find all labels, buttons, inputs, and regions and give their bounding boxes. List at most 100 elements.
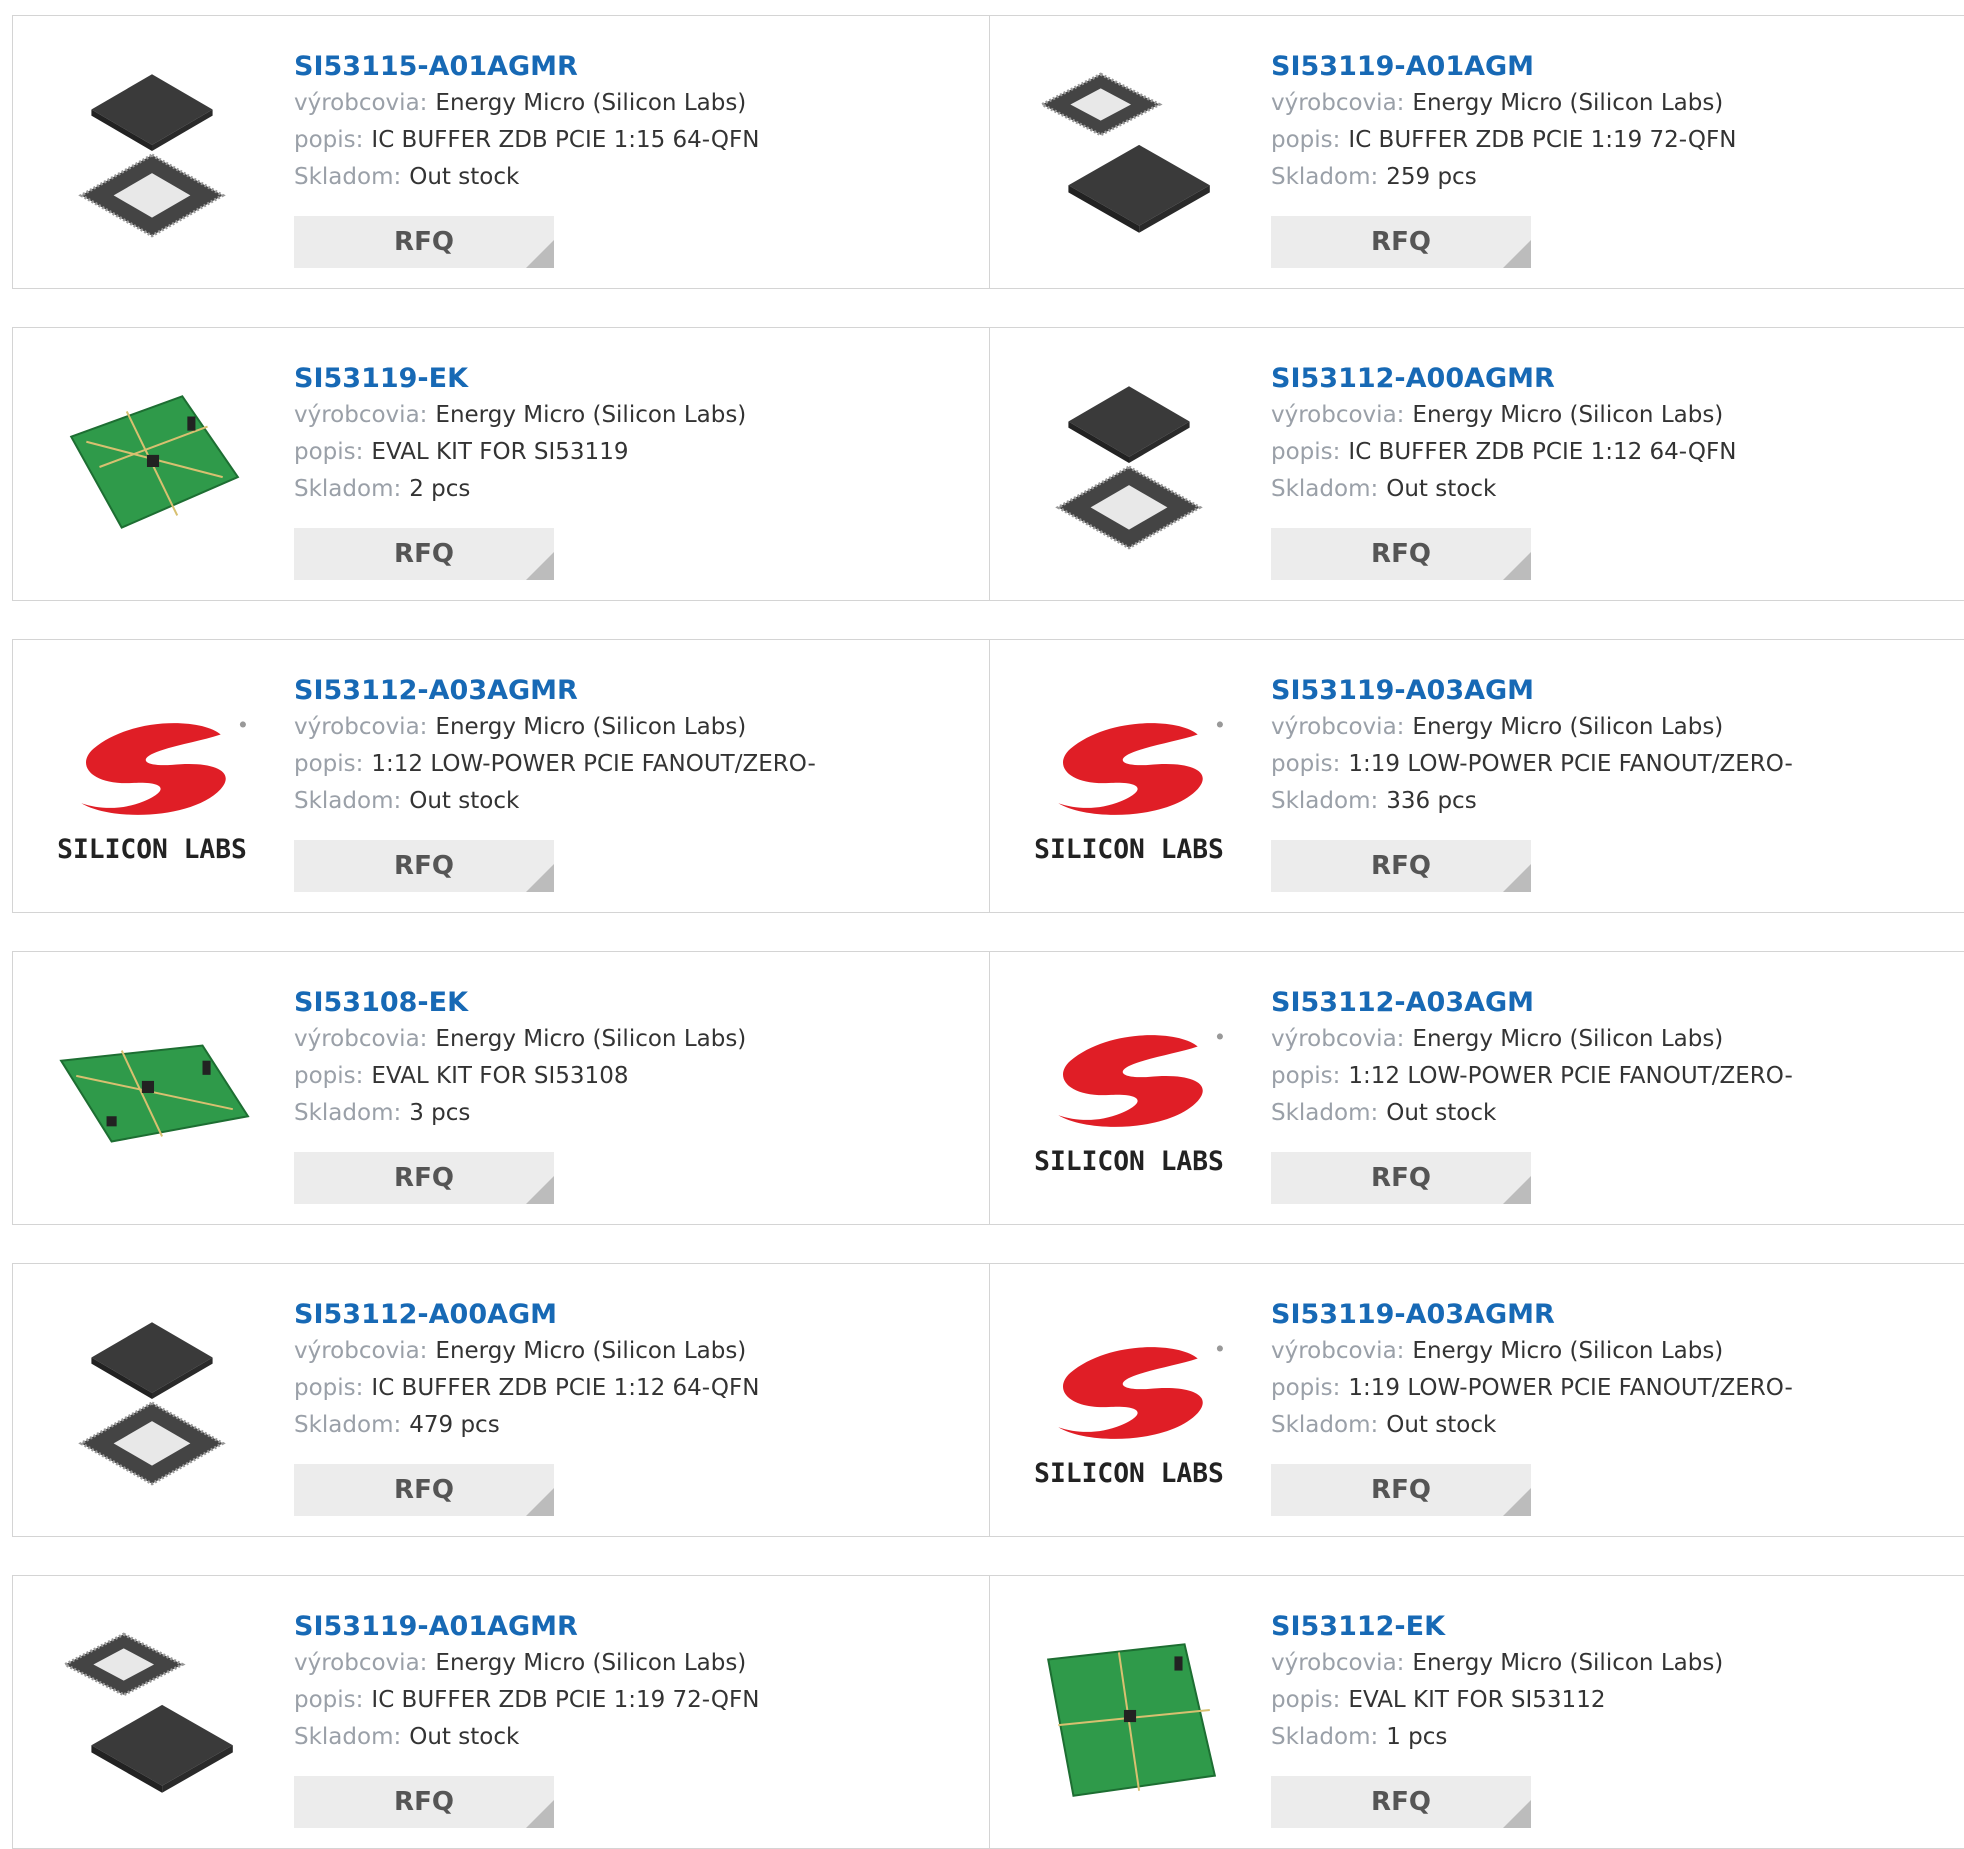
product-image[interactable]: SILICON LABS xyxy=(51,678,253,880)
part-number-link[interactable]: SI53119-A03AGM xyxy=(1271,673,1931,709)
stock-label: Skladom: xyxy=(294,164,402,190)
stock-label: Skladom: xyxy=(294,476,402,502)
rfq-button[interactable]: RFQ xyxy=(294,528,554,580)
manufacturer-label: výrobcovia: xyxy=(1271,402,1405,428)
manufacturer-value: Energy Micro (Silicon Labs) xyxy=(1412,1338,1724,1364)
corner-decoration xyxy=(526,1176,554,1204)
manufacturer-line: výrobcovia: Energy Micro (Silicon Labs) xyxy=(294,709,954,746)
product-card: SI53119-A01AGMR výrobcovia: Energy Micro … xyxy=(12,1576,990,1848)
product-card: SI53112-EK výrobcovia: Energy Micro (Sili… xyxy=(990,1576,1964,1848)
product-image[interactable]: SILICON LABS xyxy=(1028,678,1230,880)
part-number-link[interactable]: SI53108-EK xyxy=(294,985,954,1021)
product-image[interactable] xyxy=(51,990,253,1192)
logo-text: SILICON LABS xyxy=(1034,1459,1224,1489)
description-value: EVAL KIT FOR SI53108 xyxy=(371,1063,629,1089)
rfq-button[interactable]: RFQ xyxy=(294,1776,554,1828)
product-image[interactable] xyxy=(51,1614,253,1816)
rfq-button[interactable]: RFQ xyxy=(1271,1152,1531,1204)
rfq-button[interactable]: RFQ xyxy=(294,216,554,268)
product-info: SI53112-A03AGM výrobcovia: Energy Micro (… xyxy=(1271,985,1931,1132)
manufacturer-line: výrobcovia: Energy Micro (Silicon Labs) xyxy=(294,1333,954,1370)
description-line: popis: 1:19 LOW-POWER PCIE FANOUT/ZERO- xyxy=(1271,1370,1931,1407)
manufacturer-line: výrobcovia: Energy Micro (Silicon Labs) xyxy=(1271,1333,1931,1370)
manufacturer-label: výrobcovia: xyxy=(1271,1026,1405,1052)
stock-value: 1 pcs xyxy=(1386,1724,1448,1750)
product-info: SI53119-A03AGM výrobcovia: Energy Micro (… xyxy=(1271,673,1931,820)
rfq-label: RFQ xyxy=(1371,1475,1431,1505)
stock-label: Skladom: xyxy=(1271,476,1379,502)
rfq-label: RFQ xyxy=(394,1163,454,1193)
description-value: 1:19 LOW-POWER PCIE FANOUT/ZERO- xyxy=(1348,1375,1793,1401)
description-line: popis: EVAL KIT FOR SI53119 xyxy=(294,434,954,471)
corner-decoration xyxy=(1503,1800,1531,1828)
stock-label: Skladom: xyxy=(1271,164,1379,190)
part-number-link[interactable]: SI53112-A00AGMR xyxy=(1271,361,1931,397)
product-image[interactable] xyxy=(51,1302,253,1504)
product-image[interactable] xyxy=(51,54,253,256)
part-number-link[interactable]: SI53119-A03AGMR xyxy=(1271,1297,1931,1333)
product-info: SI53112-A00AGM výrobcovia: Energy Micro (… xyxy=(294,1297,954,1444)
corner-decoration xyxy=(1503,1488,1531,1516)
stock-line: Skladom: Out stock xyxy=(294,783,954,820)
rfq-button[interactable]: RFQ xyxy=(294,840,554,892)
corner-decoration xyxy=(1503,240,1531,268)
rfq-button[interactable]: RFQ xyxy=(294,1464,554,1516)
part-number-link[interactable]: SI53115-A01AGMR xyxy=(294,49,954,85)
manufacturer-line: výrobcovia: Energy Micro (Silicon Labs) xyxy=(1271,397,1931,434)
part-number-link[interactable]: SI53112-EK xyxy=(1271,1609,1931,1645)
part-number-link[interactable]: SI53119-A01AGMR xyxy=(294,1609,954,1645)
rfq-button[interactable]: RFQ xyxy=(1271,1464,1531,1516)
product-card: SI53119-EK výrobcovia: Energy Micro (Sili… xyxy=(12,328,990,600)
part-number-link[interactable]: SI53112-A00AGM xyxy=(294,1297,954,1333)
rfq-button[interactable]: RFQ xyxy=(1271,216,1531,268)
rfq-button[interactable]: RFQ xyxy=(294,1152,554,1204)
stock-value: Out stock xyxy=(409,1724,520,1750)
stock-label: Skladom: xyxy=(1271,1412,1379,1438)
product-row: SI53108-EK výrobcovia: Energy Micro (Sili… xyxy=(12,951,1964,1225)
silicon-labs-logo: SILICON LABS xyxy=(1034,721,1224,865)
description-line: popis: 1:12 LOW-POWER PCIE FANOUT/ZERO- xyxy=(294,746,954,783)
stock-value: Out stock xyxy=(1386,1412,1497,1438)
rfq-button[interactable]: RFQ xyxy=(1271,1776,1531,1828)
product-info: SI53112-A03AGMR výrobcovia: Energy Micro … xyxy=(294,673,954,820)
rfq-label: RFQ xyxy=(394,1787,454,1817)
part-number-link[interactable]: SI53119-A01AGM xyxy=(1271,49,1931,85)
stock-label: Skladom: xyxy=(1271,788,1379,814)
part-number-link[interactable]: SI53112-A03AGMR xyxy=(294,673,954,709)
rfq-label: RFQ xyxy=(1371,539,1431,569)
stock-label: Skladom: xyxy=(294,1412,402,1438)
description-value: IC BUFFER ZDB PCIE 1:12 64-QFN xyxy=(1348,439,1737,465)
description-value: EVAL KIT FOR SI53119 xyxy=(371,439,629,465)
product-card: SILICON LABS SI53119-A03AGMR výrobcovia:… xyxy=(990,1264,1964,1536)
product-image[interactable] xyxy=(1028,54,1230,256)
product-image[interactable] xyxy=(1028,366,1230,568)
part-number-link[interactable]: SI53112-A03AGM xyxy=(1271,985,1931,1021)
product-row: SI53112-A00AGM výrobcovia: Energy Micro (… xyxy=(12,1263,1964,1537)
product-card: SILICON LABS SI53112-A03AGM výrobcovia: E… xyxy=(990,952,1964,1224)
product-image[interactable]: SILICON LABS xyxy=(1028,1302,1230,1504)
description-label: popis: xyxy=(294,439,364,465)
manufacturer-label: výrobcovia: xyxy=(1271,90,1405,116)
manufacturer-value: Energy Micro (Silicon Labs) xyxy=(435,1650,747,1676)
product-image[interactable]: SILICON LABS xyxy=(1028,990,1230,1192)
corner-decoration xyxy=(526,1488,554,1516)
stock-value: 336 pcs xyxy=(1386,788,1477,814)
stock-value: 3 pcs xyxy=(409,1100,471,1126)
part-number-link[interactable]: SI53119-EK xyxy=(294,361,954,397)
corner-decoration xyxy=(1503,1176,1531,1204)
stock-line: Skladom: 336 pcs xyxy=(1271,783,1931,820)
product-image[interactable] xyxy=(1028,1614,1230,1816)
manufacturer-line: výrobcovia: Energy Micro (Silicon Labs) xyxy=(294,1021,954,1058)
product-row: SI53119-EK výrobcovia: Energy Micro (Sili… xyxy=(12,327,1964,601)
product-card: SI53112-A00AGMR výrobcovia: Energy Micro … xyxy=(990,328,1964,600)
rfq-button[interactable]: RFQ xyxy=(1271,528,1531,580)
product-image[interactable] xyxy=(51,366,253,568)
description-value: 1:19 LOW-POWER PCIE FANOUT/ZERO- xyxy=(1348,751,1793,777)
logo-text: SILICON LABS xyxy=(1034,1147,1224,1177)
product-info: SI53119-A01AGM výrobcovia: Energy Micro (… xyxy=(1271,49,1931,196)
rfq-button[interactable]: RFQ xyxy=(1271,840,1531,892)
product-card: SI53112-A00AGM výrobcovia: Energy Micro (… xyxy=(12,1264,990,1536)
manufacturer-value: Energy Micro (Silicon Labs) xyxy=(435,714,747,740)
manufacturer-line: výrobcovia: Energy Micro (Silicon Labs) xyxy=(1271,709,1931,746)
product-info: SI53108-EK výrobcovia: Energy Micro (Sili… xyxy=(294,985,954,1132)
